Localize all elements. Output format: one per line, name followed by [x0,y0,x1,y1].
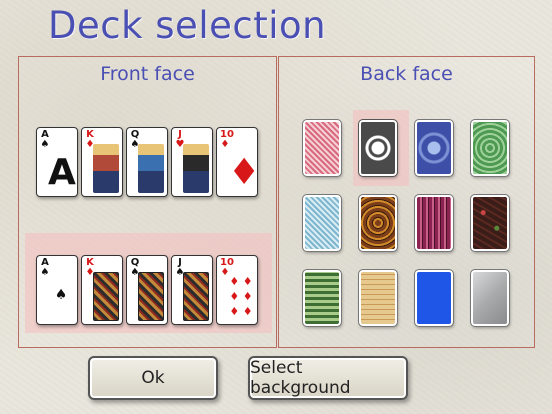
pip-layout-icon: ♦ [228,144,258,193]
pip-layout-icon: ♦ ♦ ♦ ♦ ♦ ♦ [228,272,254,321]
ace-pip-icon: ♠ [48,272,74,321]
ok-button[interactable]: Ok [88,356,218,400]
front-deck-option-1[interactable]: A ♠ A K ♦ Q ♠ J ♥ 10 ♦ ♦ [36,127,264,199]
front-card-1-1: A ♠ A [36,127,78,197]
court-figure-icon [183,144,209,193]
court-figure-icon [93,272,119,321]
card-back-dark-floral[interactable] [470,194,510,252]
page-title: Deck selection [48,4,327,47]
front-card-1-2: K ♦ [81,127,123,197]
court-figure-icon [138,144,164,193]
select-background-button[interactable]: Select background [248,356,408,400]
ace-pip-icon: A [48,144,76,193]
card-back-blue-ornate[interactable] [414,119,454,177]
front-card-2-5: 10 ♦ ♦ ♦ ♦ ♦ ♦ ♦ [216,255,258,325]
front-face-panel: Front face A ♠ A K ♦ Q ♠ J ♥ 10 ♦ ♦ A ♠ ♠ K ♦ Q ♠ J ♠ 10 ♦ ♦ ♦… [18,56,277,348]
front-card-2-2: K ♦ [81,255,123,325]
back-face-panel: Back face [278,56,535,348]
court-figure-icon [183,272,209,321]
card-back-light-blue-diamond[interactable] [302,194,342,252]
front-deck-option-2[interactable]: A ♠ ♠ K ♦ Q ♠ J ♠ 10 ♦ ♦ ♦ ♦ ♦ ♦ ♦ [36,255,264,327]
card-back-grid [279,57,534,347]
court-figure-icon [138,272,164,321]
suit-pip-icon: A [48,152,76,193]
front-card-2-3: Q ♠ [126,255,168,325]
card-back-brown-pattern[interactable] [358,194,398,252]
suit-pip-icon: ♦ [228,152,258,193]
card-back-red-diamond-pattern[interactable] [302,119,342,177]
front-card-2-4: J ♠ [171,255,213,325]
card-back-purple-stripes[interactable] [414,194,454,252]
front-card-2-1: A ♠ ♠ [36,255,78,325]
front-card-1-3: Q ♠ [126,127,168,197]
suit-pip-icon: ♦ ♦ ♦ ♦ ♦ ♦ [229,275,253,318]
card-back-black-white-ornate[interactable] [358,119,398,177]
card-back-green-ornate[interactable] [470,119,510,177]
card-back-silver-gray[interactable] [470,269,510,327]
card-back-green-tile[interactable] [302,269,342,327]
front-card-1-5: 10 ♦ ♦ [216,127,258,197]
front-card-1-4: J ♥ [171,127,213,197]
suit-pip-icon: ♠ [54,287,68,303]
card-back-tan-plaid[interactable] [358,269,398,327]
card-back-solid-blue[interactable] [414,269,454,327]
court-figure-icon [93,144,119,193]
front-face-label: Front face [100,63,195,85]
